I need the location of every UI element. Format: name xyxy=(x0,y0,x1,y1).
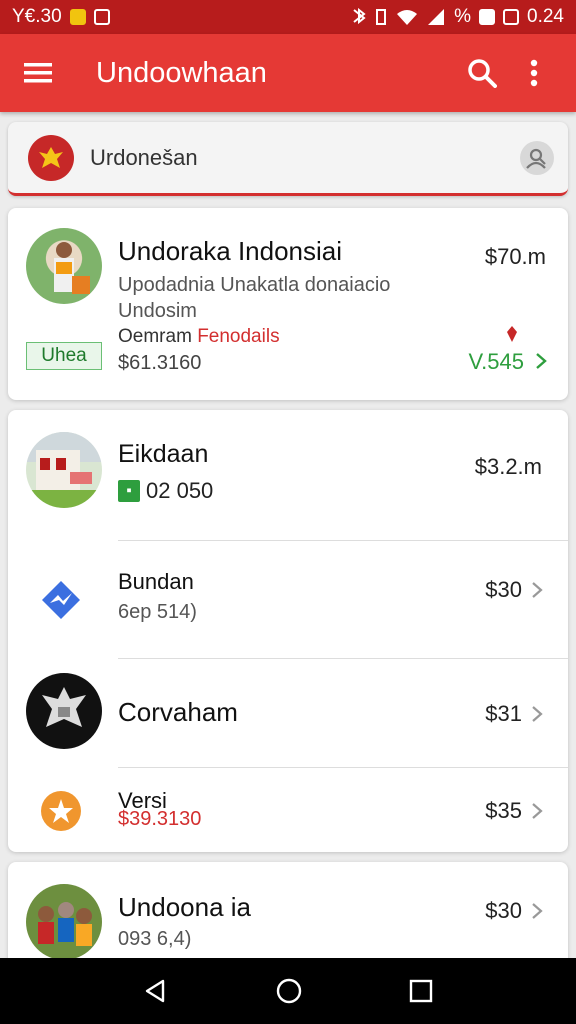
status-badge: Uhea xyxy=(26,342,102,370)
messenger-icon xyxy=(42,581,80,619)
list-item[interactable]: Eikdaan ▪ 02 050 $3.2.m xyxy=(8,410,568,540)
menu-icon xyxy=(24,63,52,83)
avatar xyxy=(26,884,102,960)
more-options-button[interactable] xyxy=(514,53,554,93)
chevron-right-icon xyxy=(532,903,543,919)
list-item[interactable]: Versi $39.3130 $35 xyxy=(8,768,568,852)
more-vert-icon xyxy=(530,59,538,87)
notification-icon-2 xyxy=(93,9,110,25)
item-subtitle: 6ep 514) xyxy=(118,601,197,623)
home-icon[interactable] xyxy=(275,977,303,1005)
user-icon xyxy=(526,148,546,169)
app-bar: Undoowhaan xyxy=(0,34,576,112)
code-icon: ▪ xyxy=(118,480,140,502)
chevron-right-icon xyxy=(532,582,543,598)
pin-icon xyxy=(507,326,517,342)
search-bar[interactable]: Urdonešan xyxy=(8,122,568,196)
chevron-right-icon xyxy=(532,706,543,722)
chevron-right-icon xyxy=(536,353,547,369)
avatar xyxy=(26,432,102,508)
back-icon[interactable] xyxy=(143,978,169,1004)
item-name: Bundan xyxy=(118,569,194,594)
garuda-emblem-icon xyxy=(26,673,102,749)
search-query: Urdonešan xyxy=(90,144,198,170)
featured-card[interactable]: Undoraka Indonsiai $70.m Upodadnia Unaka… xyxy=(8,208,568,400)
item-name: Undoona ia xyxy=(118,892,251,922)
item-value: V.545 xyxy=(468,349,524,374)
item-code-row: ▪ 02 050 xyxy=(118,478,213,504)
item-description-2: Undosim xyxy=(118,300,197,322)
item-price: $35 xyxy=(485,798,522,823)
search-button[interactable] xyxy=(462,53,502,93)
recents-icon[interactable] xyxy=(409,979,433,1003)
label-primary: Oemram xyxy=(118,326,192,347)
list-item[interactable]: Bundan 6ep 514) $30 xyxy=(8,541,568,658)
item-code: 02 050 xyxy=(146,478,214,503)
item-description: Upodadnia Unakatla donaiacio xyxy=(118,274,391,296)
list-card-2[interactable]: Undoona ia 093 6,4) $30 xyxy=(8,862,568,972)
badge-icon xyxy=(41,791,81,831)
menu-button[interactable] xyxy=(22,57,54,89)
avatar xyxy=(26,228,102,304)
item-labels: Oemram Fenodails xyxy=(118,326,280,348)
item-price: $30 xyxy=(485,898,522,923)
user-button[interactable] xyxy=(520,140,554,175)
wifi-icon xyxy=(397,10,418,25)
status-bar: Y€.30 % 0.24 xyxy=(0,0,576,34)
item-subtitle: $39.3130 xyxy=(118,808,202,830)
item-price: $70.m xyxy=(484,244,546,269)
item-subtitle: 093 6,4) xyxy=(118,928,192,950)
battery-percent-symbol: % xyxy=(454,6,472,27)
item-title: Undoraka Indonsiai xyxy=(118,236,343,266)
app-title: Undoowhaan xyxy=(96,56,267,89)
search-icon xyxy=(468,59,497,88)
list-card: Eikdaan ▪ 02 050 $3.2.m Bundan 6ep 514) … xyxy=(8,410,568,852)
item-name: Corvaham xyxy=(118,697,238,727)
signal-icon xyxy=(428,9,445,25)
emblem-icon xyxy=(28,134,74,181)
item-price: $31 xyxy=(485,701,522,726)
list-item[interactable]: Corvaham $31 xyxy=(8,659,568,767)
vibrate-icon xyxy=(376,9,387,25)
chevron-right-icon xyxy=(532,803,543,819)
item-name: Eikdaan xyxy=(118,440,209,468)
battery-outline-icon xyxy=(503,9,520,25)
status-clock: 0.24 xyxy=(527,6,564,27)
alarm-icon xyxy=(353,8,366,25)
status-time: Y€.30 xyxy=(12,6,62,27)
item-price: $30 xyxy=(485,577,522,602)
label-highlight[interactable]: Fenodails xyxy=(197,326,279,347)
navigation-bar xyxy=(0,958,576,1024)
notification-icon xyxy=(69,9,86,25)
item-amount: $61.3160 xyxy=(118,352,202,374)
item-price: $3.2.m xyxy=(474,454,542,479)
battery-icon xyxy=(479,9,496,25)
